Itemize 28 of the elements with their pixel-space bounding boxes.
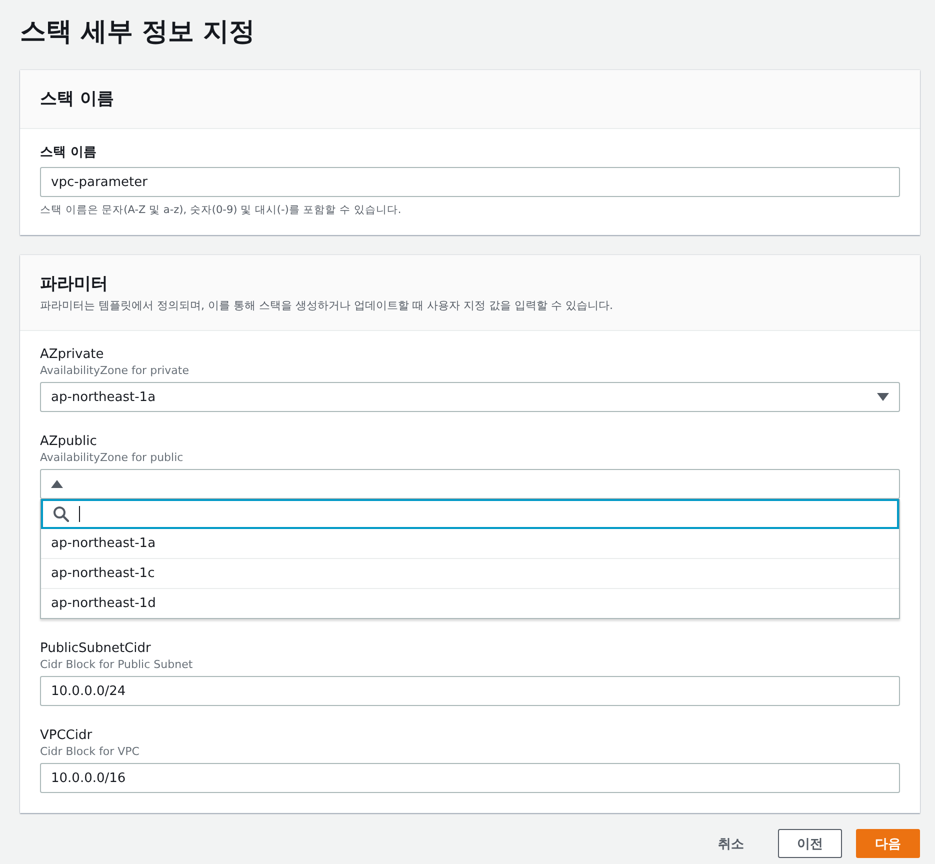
- parameter-description: Cidr Block for VPC: [40, 745, 140, 758]
- parameter-name: AZprivate: [40, 347, 105, 362]
- caret-icon: [51, 480, 63, 488]
- field-label: 스택 이름: [40, 144, 98, 161]
- panel-description: 파라미터는 템플릿에서 정의되며, 이를 통해 스택을 생성하거나 업데이트할 때 사용자 지정 값을 입력할 수 있습니다.: [40, 298, 614, 313]
- dropdown-option[interactable]: ap-northeast-1a: [41, 529, 899, 558]
- panel-title: 파라미터: [40, 273, 109, 296]
- search-field[interactable]: [41, 499, 899, 529]
- cancel-link[interactable]: 취소: [698, 829, 764, 858]
- stack-name-field[interactable]: vpc-parameter: [40, 167, 900, 197]
- page-title: 스택 세부 정보 지정: [20, 16, 256, 49]
- field-hint: 스택 이름은 문자(A-Z 및 a-z), 숫자(0-9) 및 대시(-)를 포함할 수 있습니다.: [40, 203, 402, 217]
- parameter-name: PublicSubnetCidr: [40, 641, 152, 656]
- dropdown-option[interactable]: ap-northeast-1d: [41, 588, 899, 618]
- panel-title: 스택 이름: [40, 88, 115, 111]
- parameter-description: AvailabilityZone for public: [40, 451, 184, 464]
- parameter-name: VPCCidr: [40, 728, 94, 743]
- input-field[interactable]: 10.0.0.0/24: [40, 676, 900, 706]
- parameter-name: AZpublic: [40, 434, 98, 449]
- caret-icon: [877, 393, 889, 401]
- input-field[interactable]: 10.0.0.0/16: [40, 763, 900, 793]
- parameter-description: Cidr Block for Public Subnet: [40, 658, 194, 671]
- select-field[interactable]: ap-northeast-1a: [40, 382, 900, 412]
- dropdown-option[interactable]: ap-northeast-1c: [41, 558, 899, 588]
- search-icon: [53, 506, 69, 522]
- select-field[interactable]: [40, 469, 900, 499]
- previous-button[interactable]: 이전: [778, 829, 842, 858]
- parameter-description: AvailabilityZone for private: [40, 364, 190, 377]
